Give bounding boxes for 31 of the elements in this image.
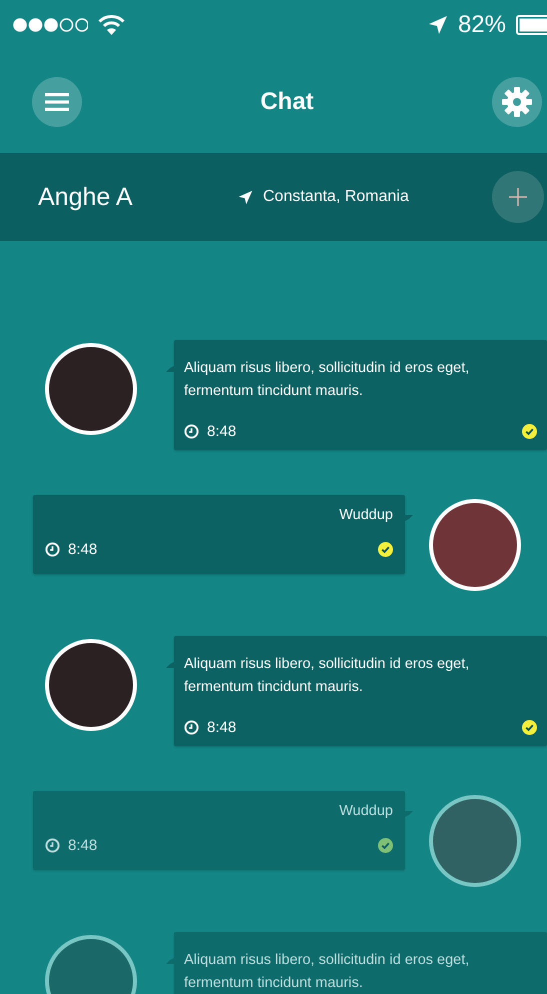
location-arrow-icon: [238, 190, 253, 204]
location-arrow-icon: [428, 15, 448, 35]
message-text: Aliquam risus libero, sollicitudin id eros eget, fermentum tincidunt mauris.: [184, 359, 470, 401]
battery-icon: [516, 15, 547, 35]
check-icon: [378, 542, 393, 557]
clock-icon: [45, 542, 60, 557]
check-icon: [378, 838, 393, 853]
message-time: 8:48: [68, 837, 98, 854]
settings-button[interactable]: [492, 76, 542, 126]
message-text: Wuddup: [338, 506, 393, 525]
contact-location: Constanta, Romania: [263, 188, 409, 206]
plus-icon: [508, 187, 528, 207]
clock-icon: [184, 424, 199, 439]
clock-icon: [45, 838, 60, 853]
screen-title: Chat: [260, 88, 314, 116]
message-time: 8:48: [207, 423, 236, 440]
clock-icon: [184, 720, 199, 735]
message-time: 8:48: [68, 541, 98, 558]
message-text: Aliquam risus libero, sollicitudin id eros eget, fermentum tincidunt mauris.: [184, 655, 470, 697]
add-button[interactable]: [492, 171, 544, 223]
message-text: Wuddup: [338, 802, 393, 821]
signal-dots-icon: [12, 17, 88, 33]
check-icon: [522, 424, 537, 439]
message-text: Aliquam risus libero, sollicitudin id eros eget, fermentum tincidunt mauris.: [184, 951, 470, 993]
check-icon: [522, 720, 537, 735]
contact-name: Anghe A: [38, 182, 134, 212]
battery-percentage: 82%: [458, 11, 506, 39]
menu-icon: [45, 92, 69, 112]
menu-button[interactable]: [32, 76, 82, 126]
wifi-icon: [98, 14, 125, 36]
message-time: 8:48: [207, 719, 236, 736]
